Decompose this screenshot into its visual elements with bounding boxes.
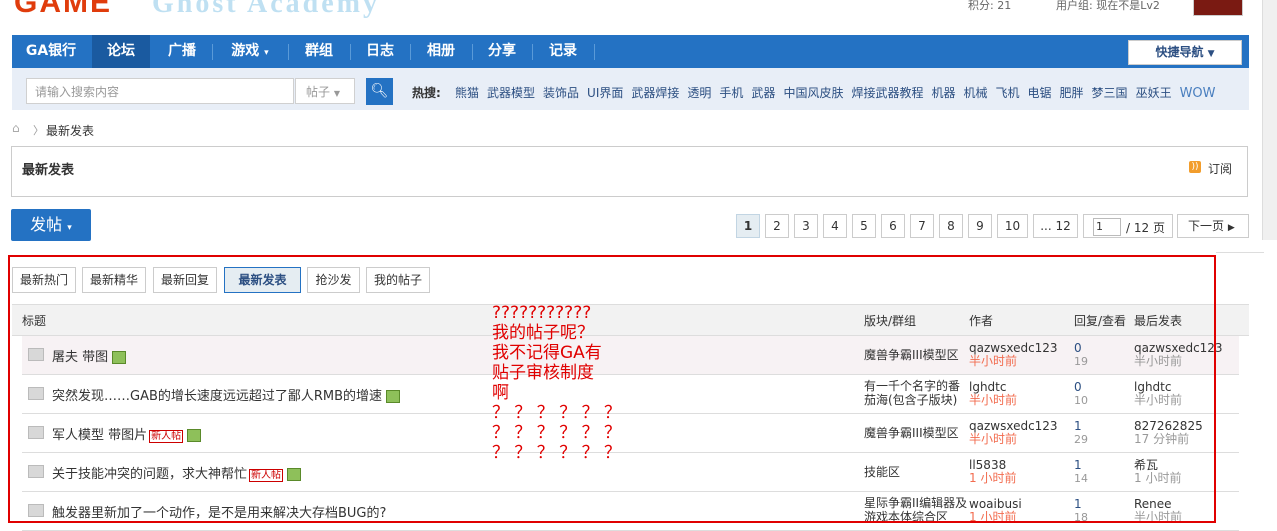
hot-search-link[interactable]: 武器 <box>751 86 775 100</box>
quick-nav-label: 快捷导航 <box>1155 45 1204 59</box>
next-page-label: 下一页 <box>1188 219 1225 233</box>
hot-search-link[interactable]: 透明 <box>687 86 711 100</box>
page-title: 最新发表 <box>22 163 75 178</box>
page-link-last[interactable]: ... 12 <box>1033 214 1078 238</box>
site-logo-subtitle: Ghost Academy <box>152 0 380 19</box>
breadcrumb-separator-icon: 〉 <box>33 124 44 137</box>
chevron-down-icon: ▾ <box>67 223 72 233</box>
breadcrumb-current[interactable]: 最新发表 <box>46 122 94 139</box>
nav-divider <box>288 44 289 60</box>
hot-search-link[interactable]: 机器 <box>931 86 955 100</box>
hot-search-link[interactable]: 熊猫 <box>455 86 479 100</box>
page-link[interactable]: 10 <box>997 214 1028 238</box>
nav-divider <box>532 44 533 60</box>
search-input[interactable]: 请输入搜索内容 <box>26 78 294 104</box>
nav-divider <box>594 44 595 60</box>
nav-item-share[interactable]: 分享 <box>474 35 530 68</box>
chevron-right-icon: ▶ <box>1227 223 1235 233</box>
hot-search-link[interactable]: 飞机 <box>996 86 1020 100</box>
next-page-button[interactable]: 下一页 ▶ <box>1177 214 1249 238</box>
page-jump-input[interactable]: 1 <box>1093 218 1121 236</box>
annotation-text: ??????????? 我的帖子呢？ 我不记得GA有 贴子审核制度 啊 ？ ？ … <box>492 303 622 463</box>
hot-search-link[interactable]: 武器焊接 <box>631 86 679 100</box>
nav-divider <box>350 44 351 60</box>
page-link[interactable]: 9 <box>968 214 992 238</box>
search-icon: 🔍︎ <box>370 83 389 99</box>
user-group-label[interactable]: 用户组: 现在不是Lv2 <box>1056 0 1160 13</box>
nav-item-bank[interactable]: GA银行 <box>12 35 90 68</box>
nav-item-groups[interactable]: 群组 <box>290 35 348 68</box>
search-type-label: 帖子 <box>306 85 331 99</box>
hot-search-link[interactable]: 肥胖 <box>1060 86 1084 100</box>
page-link[interactable]: 3 <box>794 214 818 238</box>
subscribe-link[interactable]: 订阅 <box>1208 160 1232 177</box>
credits-label[interactable]: 积分: 21 <box>968 0 1011 13</box>
hot-search-link[interactable]: 梦三国 <box>1092 86 1128 100</box>
nav-item-broadcast[interactable]: 广播 <box>152 35 212 68</box>
hot-search-link[interactable]: 电锯 <box>1028 86 1052 100</box>
nav-divider <box>410 44 411 60</box>
divider <box>1216 252 1264 253</box>
rss-icon[interactable]: )) <box>1189 161 1201 173</box>
hot-search-link[interactable]: WOW <box>1180 86 1216 101</box>
hot-search-link[interactable]: 装饰品 <box>543 86 579 100</box>
hot-search-link[interactable]: 手机 <box>719 86 743 100</box>
page-link[interactable]: 5 <box>852 214 876 238</box>
nav-divider <box>472 44 473 60</box>
main-nav: GA银行 论坛 广播 游戏 ▾ 群组 日志 相册 分享 记录 <box>12 35 1249 68</box>
page-link[interactable]: 8 <box>939 214 963 238</box>
page-link[interactable]: 4 <box>823 214 847 238</box>
hot-search-label: 热搜: <box>412 86 441 100</box>
hot-search-link[interactable]: 机械 <box>963 86 987 100</box>
hot-search-link[interactable]: 巫妖王 <box>1136 86 1172 100</box>
hot-search-link[interactable]: UI界面 <box>587 86 623 100</box>
search-button[interactable]: 🔍︎ <box>366 78 393 105</box>
chevron-down-icon: ▾ <box>264 48 269 58</box>
page-link[interactable]: 1 <box>736 214 760 238</box>
new-post-label: 发帖 <box>30 215 63 234</box>
nav-item-album[interactable]: 相册 <box>412 35 470 68</box>
hot-search-link[interactable]: 武器模型 <box>487 86 535 100</box>
hot-search-link[interactable]: 中国风皮肤 <box>783 86 843 100</box>
nav-item-forum[interactable]: 论坛 <box>92 35 150 68</box>
page-link[interactable]: 7 <box>910 214 934 238</box>
page-link[interactable]: 2 <box>765 214 789 238</box>
hot-search-link[interactable]: 焊接武器教程 <box>851 86 923 100</box>
nav-item-games-label: 游戏 <box>231 43 260 59</box>
scrollbar[interactable] <box>1262 0 1277 240</box>
page-total: / 12 页 <box>1126 221 1165 235</box>
nav-item-blog[interactable]: 日志 <box>352 35 408 68</box>
page-header-box <box>11 146 1248 197</box>
nav-item-games[interactable]: 游戏 ▾ <box>214 35 286 68</box>
page-link[interactable]: 6 <box>881 214 905 238</box>
chevron-down-icon: ▼ <box>333 89 340 98</box>
site-logo[interactable]: GAME <box>14 0 112 20</box>
nav-divider <box>212 44 213 60</box>
chevron-down-icon: ▼ <box>1207 49 1215 59</box>
quick-nav-button[interactable]: 快捷导航 ▼ <box>1128 40 1242 65</box>
home-icon[interactable]: ⌂ <box>12 122 26 134</box>
new-post-button[interactable]: 发帖 ▾ <box>11 209 91 241</box>
nav-item-records[interactable]: 记录 <box>534 35 592 68</box>
search-type-select[interactable]: 帖子 ▼ <box>295 78 355 104</box>
avatar[interactable] <box>1193 0 1243 16</box>
hot-search-links: 熊猫 武器模型 装饰品 UI界面 武器焊接 透明 手机 武器 中国风皮肤 焊接武器教程 机器 机械 飞机… <box>455 84 1224 101</box>
